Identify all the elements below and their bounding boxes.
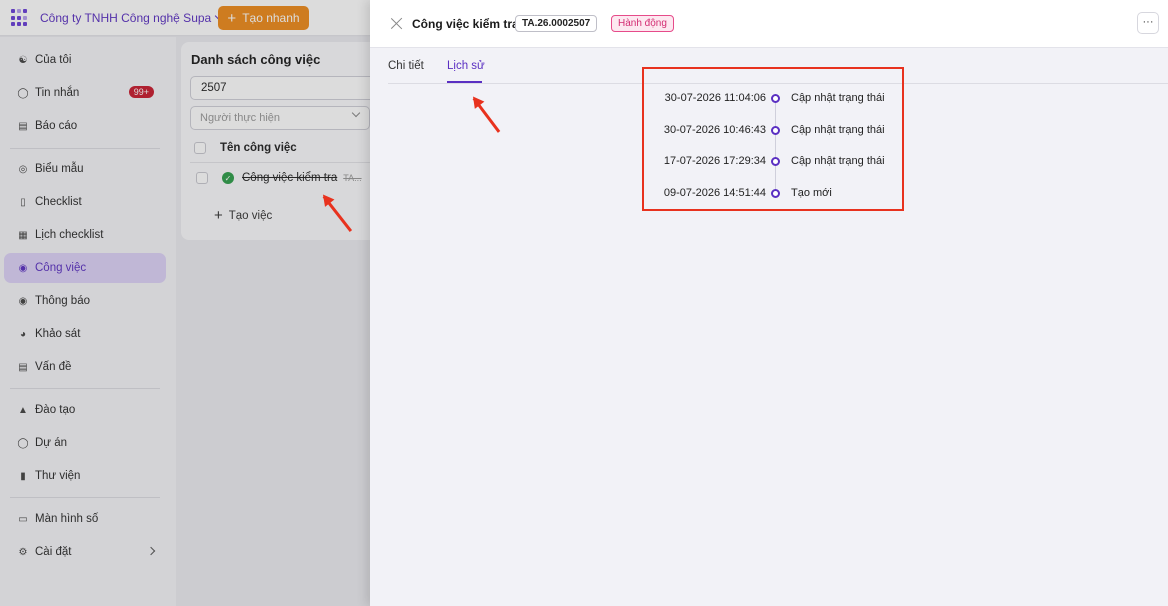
sidebar-item-label: Công việc (35, 262, 87, 274)
task-list-card: Danh sách công việc 2507 Người thực hiện… (181, 42, 381, 240)
sidebar-item-checklist-calendar[interactable]: ▦ Lịch checklist (4, 220, 166, 250)
search-input[interactable]: 2507 (190, 76, 380, 100)
table-divider (190, 162, 380, 163)
sidebar-item-label: Cài đặt (35, 546, 72, 558)
active-tab-indicator (447, 81, 482, 83)
report-icon: ▤ (18, 120, 28, 132)
plus-icon: + (227, 9, 237, 27)
sidebar-item-my[interactable]: ☯ Của tôi (4, 45, 166, 75)
task-icon: ◉ (18, 262, 28, 274)
settings-icon: ⚙ (18, 546, 28, 558)
sidebar-item-reports[interactable]: ▤ Báo cáo (4, 111, 166, 141)
sidebar-divider (10, 388, 160, 389)
form-icon: ◎ (18, 163, 28, 175)
task-code: TA... (343, 173, 362, 183)
sidebar-item-label: Của tôi (35, 54, 72, 66)
drawer-title: Công việc kiểm tra (412, 17, 519, 31)
column-header-name: Tên công việc (220, 142, 297, 154)
issue-icon: ▤ (18, 361, 28, 373)
sidebar-item-label: Biểu mẫu (35, 163, 84, 175)
checklist-icon: ▯ (20, 196, 26, 208)
calendar-icon: ▦ (18, 229, 28, 241)
table-header: Tên công việc (194, 142, 297, 154)
chat-icon: ◯ (17, 87, 29, 99)
sidebar-item-messages[interactable]: ◯ Tin nhắn 99+ (4, 78, 166, 108)
sidebar: ☯ Của tôi ◯ Tin nhắn 99+ ▤ Báo cáo ◎ Biể… (0, 37, 176, 606)
tab-history[interactable]: Lịch sử (447, 60, 485, 72)
sidebar-item-label: Báo cáo (35, 120, 78, 132)
sidebar-item-forms[interactable]: ◎ Biểu mẫu (4, 154, 166, 184)
quick-create-label: Tạo nhanh (242, 11, 300, 25)
sidebar-item-projects[interactable]: ◯ Dự án (4, 428, 166, 458)
task-code-chip: TA.26.0002507 (515, 15, 598, 32)
app-grid-icon[interactable] (11, 9, 29, 27)
sidebar-item-label: Vấn đề (35, 361, 72, 373)
add-task-button[interactable]: + Tạo việc (214, 207, 272, 224)
sidebar-item-settings[interactable]: ⚙ Cài đặt (4, 537, 166, 567)
sidebar-item-digital-screen[interactable]: ▭ Màn hình số (4, 504, 166, 534)
survey-icon: ◕ (19, 328, 27, 340)
chevron-down-icon (351, 108, 361, 118)
sidebar-item-label: Lịch checklist (35, 229, 104, 241)
row-checkbox[interactable] (196, 172, 208, 184)
annotation-highlight-box (642, 67, 904, 211)
sidebar-item-surveys[interactable]: ◕ Khảo sát (4, 319, 166, 349)
action-button[interactable]: Hành động (611, 15, 674, 32)
table-row[interactable]: ✓ Công việc kiểm tra TA... (196, 172, 381, 184)
training-icon: ▲ (18, 404, 28, 416)
user-icon: ☯ (18, 54, 28, 66)
completed-check-icon: ✓ (222, 172, 234, 184)
close-icon[interactable] (390, 17, 403, 30)
bell-icon: ◉ (18, 295, 28, 307)
select-all-checkbox[interactable] (194, 142, 206, 154)
sidebar-item-notifications[interactable]: ◉ Thông báo (4, 286, 166, 316)
sidebar-divider (10, 148, 160, 149)
sidebar-item-training[interactable]: ▲ Đào tạo (4, 395, 166, 425)
add-task-label: Tạo việc (228, 209, 273, 222)
sidebar-divider (10, 497, 160, 498)
monitor-icon: ▭ (18, 513, 28, 525)
assignee-placeholder: Người thực hiện (200, 112, 281, 124)
sidebar-item-label: Tin nhắn (35, 87, 80, 99)
company-switcher[interactable]: Công ty TNHH Công nghệ Supa (40, 11, 224, 25)
assignee-select[interactable]: Người thực hiện (190, 106, 370, 130)
drawer-header: Công việc kiểm tra TA.26.0002507 Hành độ… (370, 0, 1168, 48)
sidebar-item-tasks[interactable]: ◉ Công việc (4, 253, 166, 283)
sidebar-item-issues[interactable]: ▤ Vấn đề (4, 352, 166, 382)
project-icon: ◯ (17, 437, 29, 449)
library-icon: ▮ (20, 470, 26, 482)
task-list-title: Danh sách công việc (191, 52, 321, 67)
plus-icon: + (214, 207, 223, 224)
sidebar-item-label: Khảo sát (35, 328, 81, 340)
sidebar-item-library[interactable]: ▮ Thư viện (4, 461, 166, 491)
task-name[interactable]: Công việc kiểm tra (242, 172, 337, 184)
sidebar-item-label: Thư viện (35, 470, 81, 482)
chevron-right-icon (146, 546, 156, 556)
company-name: Công ty TNHH Công nghệ Supa (40, 11, 212, 25)
sidebar-item-checklist[interactable]: ▯ Checklist (4, 187, 166, 217)
sidebar-item-label: Thông báo (35, 295, 90, 307)
unread-badge: 99+ (128, 86, 154, 98)
tab-details[interactable]: Chi tiết (388, 60, 424, 72)
sidebar-item-label: Đào tạo (35, 404, 76, 416)
more-options-button[interactable]: ··· (1137, 12, 1159, 34)
sidebar-item-label: Dự án (35, 437, 67, 449)
sidebar-item-label: Checklist (35, 196, 82, 208)
quick-create-button[interactable]: + Tạo nhanh (218, 6, 309, 30)
sidebar-item-label: Màn hình số (35, 513, 99, 525)
